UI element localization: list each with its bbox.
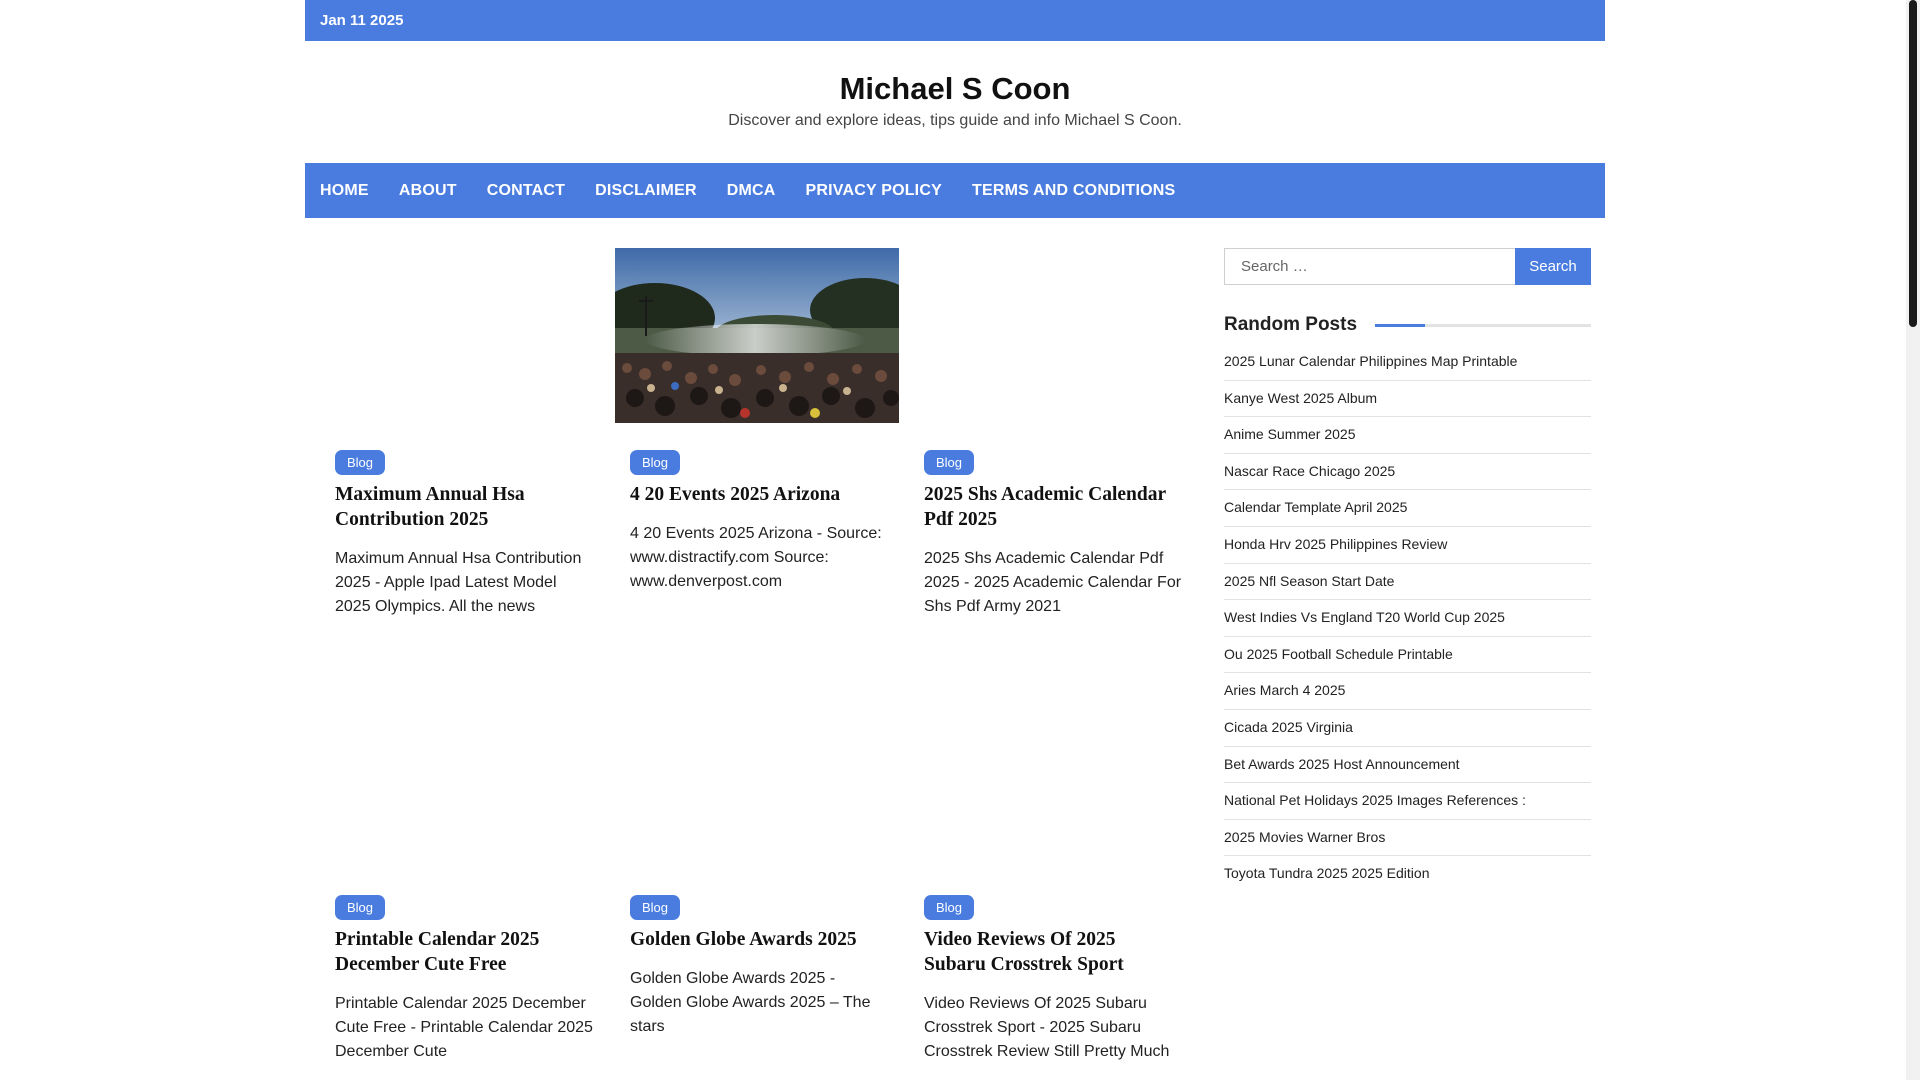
nav-dmca[interactable]: DMCA (727, 182, 776, 200)
random-post-link[interactable]: West Indies Vs England T20 World Cup 202… (1224, 600, 1591, 637)
nav-home[interactable]: HOME (320, 182, 369, 200)
random-post-link[interactable]: Anime Summer 2025 (1224, 417, 1591, 454)
post-excerpt: Video Reviews Of 2025 Subaru Crosstrek S… (924, 995, 1170, 1060)
category-badge[interactable]: Blog (924, 895, 975, 920)
random-post-link[interactable]: 2025 Movies Warner Bros (1224, 820, 1591, 857)
post-title[interactable]: 2025 Shs Academic Calendar Pdf 2025 (924, 482, 1178, 532)
category-badge[interactable]: Blog (630, 450, 681, 475)
site-title[interactable]: Michael S Coon (305, 71, 1605, 107)
category-badge[interactable]: Blog (630, 895, 681, 920)
nav-terms-and-conditions[interactable]: TERMS AND CONDITIONS (972, 182, 1175, 200)
random-post-link[interactable]: 2025 Nfl Season Start Date (1224, 564, 1591, 601)
current-date: Jan 11 2025 (320, 12, 404, 29)
post-thumbnail-crowd-image[interactable] (595, 248, 920, 423)
random-post-link[interactable]: Nascar Race Chicago 2025 (1224, 454, 1591, 491)
random-posts-list: 2025 Lunar Calendar Philippines Map Prin… (1224, 344, 1591, 893)
post-excerpt: 4 20 Events 2025 Arizona - Source: www.d… (630, 525, 882, 590)
random-post-link[interactable]: Ou 2025 Football Schedule Printable (1224, 637, 1591, 674)
random-post-link[interactable]: Calendar Template April 2025 (1224, 490, 1591, 527)
post-excerpt: Golden Globe Awards 2025 - Golden Globe … (630, 970, 871, 1035)
random-post-link[interactable]: Toyota Tundra 2025 2025 Edition (1224, 856, 1591, 893)
nav-disclaimer[interactable]: DISCLAIMER (595, 182, 697, 200)
post-excerpt: 2025 Shs Academic Calendar Pdf 2025 - 20… (924, 550, 1182, 615)
site-description: Discover and explore ideas, tips guide a… (728, 112, 1182, 129)
search-button[interactable]: Search (1515, 248, 1591, 285)
post-excerpt: Maximum Annual Hsa Contribution 2025 - A… (335, 550, 582, 615)
category-badge[interactable]: Blog (924, 450, 975, 475)
scrollbar-thumb[interactable] (1909, 0, 1917, 327)
post-title[interactable]: Maximum Annual Hsa Contribution 2025 (335, 482, 589, 532)
random-post-link[interactable]: Cicada 2025 Virginia (1224, 710, 1591, 747)
category-badge[interactable]: Blog (335, 450, 386, 475)
post-excerpt: Printable Calendar 2025 December Cute Fr… (335, 995, 593, 1060)
random-posts-heading: Random Posts (1224, 314, 1358, 335)
search-input[interactable] (1224, 248, 1516, 285)
nav-contact[interactable]: CONTACT (487, 182, 565, 200)
random-post-link[interactable]: Honda Hrv 2025 Philippines Review (1224, 527, 1591, 564)
nav-privacy-policy[interactable]: PRIVACY POLICY (806, 182, 942, 200)
random-post-link[interactable]: Bet Awards 2025 Host Announcement (1224, 747, 1591, 784)
post-title[interactable]: Video Reviews Of 2025 Subaru Crosstrek S… (924, 927, 1178, 977)
main-navigation: HOME ABOUT CONTACT DISCLAIMER DMCA PRIVA… (305, 163, 1605, 218)
random-post-link[interactable]: 2025 Lunar Calendar Philippines Map Prin… (1224, 344, 1591, 381)
random-post-link[interactable]: National Pet Holidays 2025 Images Refere… (1224, 783, 1591, 820)
heading-divider-accent (1375, 324, 1425, 327)
top-bar: Jan 11 2025 (305, 0, 1605, 41)
random-post-link[interactable]: Aries March 4 2025 (1224, 673, 1591, 710)
site-header: Michael S Coon Discover and explore idea… (305, 41, 1605, 163)
page-scrollbar[interactable] (1906, 0, 1920, 1080)
random-post-link[interactable]: Kanye West 2025 Album (1224, 381, 1591, 418)
post-title[interactable]: Golden Globe Awards 2025 (630, 927, 884, 952)
post-title[interactable]: 4 20 Events 2025 Arizona (630, 482, 884, 507)
post-title[interactable]: Printable Calendar 2025 December Cute Fr… (335, 927, 589, 977)
category-badge[interactable]: Blog (335, 895, 386, 920)
nav-about[interactable]: ABOUT (399, 182, 457, 200)
